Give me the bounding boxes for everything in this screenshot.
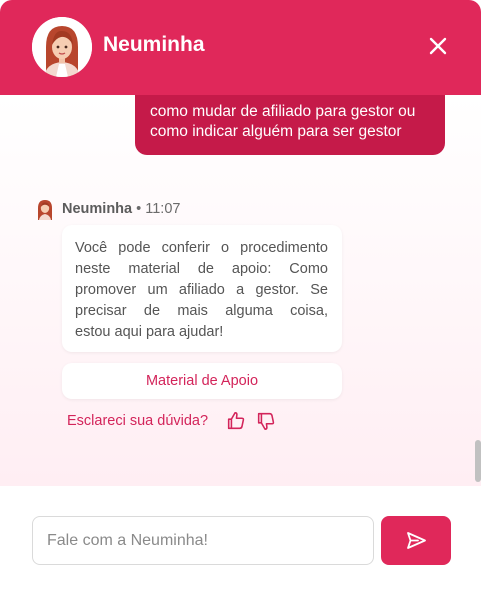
thumbs-up-button[interactable] bbox=[225, 410, 247, 432]
chat-header: Neuminha bbox=[0, 0, 481, 95]
bot-message-line: promover um afiliado a gestor. Se bbox=[75, 282, 328, 298]
assistant-avatar-icon bbox=[38, 200, 52, 220]
message-meta: Neuminha • 11:07 bbox=[62, 201, 180, 217]
message-input[interactable] bbox=[32, 516, 374, 565]
bot-avatar bbox=[35, 198, 55, 220]
bot-message-line: precisar de mais alguma coisa, bbox=[75, 303, 328, 319]
chat-widget: Neuminha como mudar de afiliado para ges… bbox=[0, 0, 481, 597]
thumbs-down-icon bbox=[257, 412, 275, 431]
bot-message-line: neste material de apoio: Como bbox=[75, 261, 328, 277]
user-message-bubble: como mudar de afiliado para gestor ou co… bbox=[135, 95, 445, 155]
composer bbox=[0, 486, 481, 597]
bot-message-line: estou aqui para ajudar! bbox=[75, 324, 224, 340]
avatar bbox=[32, 17, 92, 77]
assistant-avatar-icon bbox=[32, 17, 92, 77]
close-icon bbox=[429, 37, 447, 55]
support-material-button[interactable]: Material de Apoio bbox=[62, 363, 342, 399]
send-button[interactable] bbox=[381, 516, 451, 565]
close-button[interactable] bbox=[424, 32, 452, 60]
meta-separator: • bbox=[136, 201, 142, 217]
bot-message-bubble: Você pode conferir o procedimento neste … bbox=[62, 225, 342, 352]
chat-title: Neuminha bbox=[103, 33, 205, 56]
user-message-line: como mudar de afiliado para gestor ou bbox=[150, 103, 416, 120]
sender-name: Neuminha bbox=[62, 201, 133, 217]
scrollbar-thumb[interactable] bbox=[475, 440, 481, 482]
send-icon bbox=[407, 532, 426, 549]
feedback-question: Esclareci sua dúvida? bbox=[67, 413, 209, 429]
thumbs-up-icon bbox=[227, 411, 245, 430]
thumbs-down-button[interactable] bbox=[255, 410, 277, 432]
message-time: 11:07 bbox=[145, 201, 181, 217]
user-message-line: como indicar alguém para ser gestor bbox=[150, 123, 402, 140]
bot-message-line: Você pode conferir o procedimento bbox=[75, 240, 328, 256]
message-list[interactable]: como mudar de afiliado para gestor ou co… bbox=[0, 95, 481, 486]
